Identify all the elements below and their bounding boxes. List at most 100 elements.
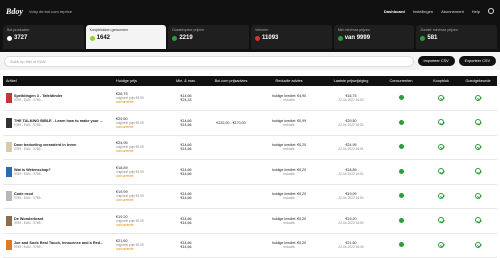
competitor-status-icon[interactable]: [398, 144, 404, 150]
status-dot-icon: [172, 35, 178, 41]
product-thumbnail[interactable]: [6, 240, 12, 251]
status-label: concurrentie: [116, 124, 134, 129]
max-price: €14,66: [180, 196, 192, 201]
product-ean: 9789 - EAN - 9789...: [14, 245, 44, 250]
stat-card[interactable]: Zonder min/max prijzen 581: [416, 25, 498, 49]
table-row[interactable]: Wat is Wetenschap? 9789 - EAN - 9789... €1…: [3, 159, 497, 185]
stat-card[interactable]: Dossiéopere prijzen 2219: [168, 25, 250, 49]
export-csv-button[interactable]: Exporteer CSV: [458, 56, 496, 66]
last-change-cell: €29,50 22-04-2022 16:52: [323, 110, 379, 136]
approved-cell: [459, 208, 497, 234]
competitors-cell[interactable]: [379, 233, 423, 258]
table-row[interactable]: De Wonderkrant 9789 - EAN - 9789... €19,20…: [3, 208, 497, 234]
status-dot-icon: [255, 35, 261, 41]
competitors-cell[interactable]: [379, 135, 423, 160]
stat-label: Dossiéopere prijzen: [172, 28, 205, 32]
min-max-cell[interactable]: €14,66 €14,66: [165, 159, 207, 185]
competitors-cell[interactable]: [379, 184, 423, 209]
approved-cell: [459, 159, 497, 185]
status-label: concurrentie: [116, 100, 134, 104]
nav-abonnement[interactable]: Abonnement: [441, 9, 464, 14]
col-goedgekeurde[interactable]: Goedgekeurde: [459, 76, 497, 86]
competitor-status-icon[interactable]: [398, 119, 404, 125]
last-change-cell: €18,89 22-04-2022 16:51: [323, 159, 379, 185]
col-koopblok[interactable]: Koopblok: [423, 76, 459, 86]
col-huidige-prijs[interactable]: Huidige prijs: [113, 76, 165, 86]
last-date: 22-04-2022 16:53: [338, 98, 364, 102]
top-bar: Bdoy Vdoy de bol.com reprice Dashboard I…: [0, 0, 500, 22]
advice-cell: €132,00 - €170,00: [207, 110, 255, 136]
stat-card[interactable]: Verloren 11093: [251, 25, 332, 49]
competitors-cell[interactable]: [379, 110, 423, 136]
competitor-status-icon[interactable]: [398, 95, 404, 100]
table-row[interactable]: Joe and Suds Real Touch, Innocence and a…: [3, 233, 497, 258]
stat-number: 581: [427, 35, 438, 41]
stat-card[interactable]: Koopblokken gewonnen 1642: [85, 25, 167, 49]
toolbar: Zoek op titel of EAN Importeer CSV Expor…: [0, 52, 500, 70]
min-max-cell[interactable]: €14,66 €14,66: [165, 135, 207, 160]
table-row[interactable]: Code rood 9789 - EAN - 9789... €19,99 origi…: [3, 184, 497, 209]
product-thumbnail[interactable]: [6, 191, 12, 202]
product-thumbnail[interactable]: [6, 142, 12, 153]
col-prijsadvies[interactable]: Bol.com prijsadvies: [207, 76, 255, 86]
search-input[interactable]: Zoek op titel of EAN: [4, 55, 414, 67]
reduction-sub: reductie: [283, 171, 295, 176]
products-table: Artikel Huidige prijs Min. & max. Bol.co…: [3, 76, 497, 258]
competitor-status-icon[interactable]: [398, 217, 404, 223]
stat-value: 1642: [89, 35, 163, 41]
product-thumbnail[interactable]: [6, 93, 12, 103]
stat-card[interactable]: Bol-producten 3727: [3, 25, 84, 49]
reduction-sub: reductie: [283, 98, 295, 102]
app-logo[interactable]: Bdoy: [6, 7, 23, 16]
status-label: concurrentie: [116, 173, 134, 178]
buybox-cell: [423, 135, 459, 160]
import-csv-button[interactable]: Importeer CSV: [417, 56, 455, 66]
competitor-status-icon[interactable]: [398, 193, 404, 199]
max-price: €14,66: [180, 122, 192, 127]
last-date: 22-04-2022 16:50: [338, 196, 364, 201]
stat-number: 3727: [14, 35, 28, 41]
product-thumbnail[interactable]: [6, 166, 12, 177]
price-cell: €18,89 origineel prijs €9,99 concurrentie: [113, 159, 165, 185]
buybox-cell: [423, 208, 459, 234]
reduction-cell: huidige krediet: €0,20 reductie: [255, 135, 323, 160]
status-dot-icon: [420, 35, 426, 41]
main-nav: Dashboard Instellingen Abonnement Help: [384, 8, 494, 14]
competitors-cell[interactable]: [379, 86, 423, 111]
stat-card[interactable]: Met min/max prijzen van 9999: [333, 25, 415, 49]
nav-dashboard[interactable]: Dashboard: [384, 9, 405, 14]
reduction-cell: huidige krediet: €0,99 reductie: [255, 110, 323, 136]
price-cell: €19,99 origineel prijs €9,99 concurrentie: [113, 184, 165, 209]
col-artikel[interactable]: Artikel: [3, 76, 113, 86]
product-thumbnail[interactable]: [6, 117, 12, 128]
table-row[interactable]: THE TALKING BIBLE - Learn how to make yo…: [3, 110, 497, 136]
table-row[interactable]: Speltdingen 3 - Tafeldinder 9789 - EAN - …: [3, 86, 497, 111]
product-thumbnail[interactable]: [6, 215, 12, 226]
stat-number: van 9999: [344, 35, 371, 41]
competitor-status-icon[interactable]: [398, 168, 404, 174]
max-price: €14,66: [180, 245, 192, 250]
col-concurrenten[interactable]: Concurrenten: [379, 76, 423, 86]
competitors-cell[interactable]: [379, 159, 423, 185]
min-max-cell[interactable]: €14,66 €14,66: [165, 208, 207, 234]
app-tagline: Vdoy de bol.com reprice: [28, 8, 73, 14]
competitors-cell[interactable]: [379, 208, 423, 234]
price-cell: €24,95 origineel prijs €9,99 concurrentie: [113, 135, 165, 160]
check-icon: [438, 119, 444, 126]
col-reductie[interactable]: Reductie advies: [255, 76, 323, 86]
check-icon: [475, 119, 481, 126]
col-min-max[interactable]: Min. & max.: [165, 76, 207, 86]
price-cell: €26,75 origineel prijs €9,99 concurrentie: [113, 86, 165, 111]
min-max-cell[interactable]: €14,66 €24,33: [165, 86, 207, 111]
nav-instellingen[interactable]: Instellingen: [413, 9, 433, 14]
min-max-cell[interactable]: €14,66 €14,66: [165, 233, 207, 258]
col-laatste-wijziging[interactable]: Laatste prijswijziging: [323, 76, 379, 86]
table-row[interactable]: Door bedoeling veranderd in leven 9789 - …: [3, 135, 497, 160]
min-max-cell[interactable]: €14,66 €14,66: [165, 184, 207, 209]
min-max-cell[interactable]: €14,66 €14,66: [165, 110, 207, 136]
last-date: 22-04-2022 16:51: [338, 171, 364, 176]
gear-icon[interactable]: [488, 8, 494, 14]
approved-cell: [459, 110, 497, 136]
last-change-cell: €21,60 22-04-2022 16:49: [323, 233, 379, 258]
nav-help[interactable]: Help: [472, 9, 480, 14]
